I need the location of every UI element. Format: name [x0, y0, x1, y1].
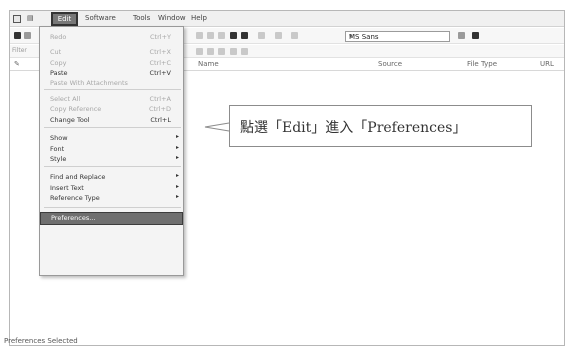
- callout-text: 點選「Edit」進入「Preferences」: [240, 120, 467, 136]
- instruction-callout: 點選「Edit」進入「Preferences」: [229, 105, 532, 147]
- callout-pointer: [204, 122, 230, 132]
